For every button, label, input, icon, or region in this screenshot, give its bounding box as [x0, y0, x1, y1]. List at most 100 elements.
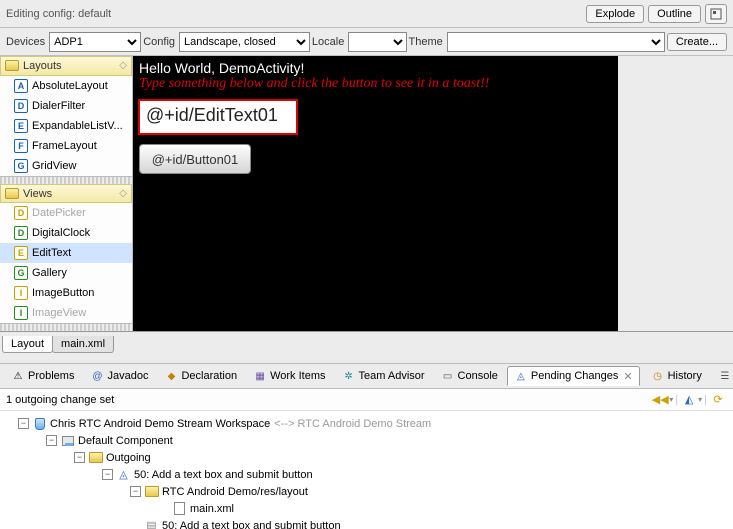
tree-outgoing[interactable]: Outgoing	[106, 452, 151, 464]
palette-item-gridview[interactable]: GGridView	[0, 156, 132, 176]
devices-label: Devices	[6, 36, 45, 48]
workitem-link-icon: ▤	[144, 518, 159, 529]
letter-icon: E	[14, 119, 28, 133]
incoming-icon[interactable]: ◀◀	[651, 392, 669, 408]
declaration-icon: ◆	[164, 369, 178, 383]
palette-item-label: AbsoluteLayout	[32, 80, 108, 92]
pending-icon: ◬	[514, 369, 528, 383]
tab-history[interactable]: ◷ History	[644, 366, 709, 386]
tree-changeset-2[interactable]: 50: Add a text box and submit button	[162, 520, 341, 529]
tree-workspace[interactable]: Chris RTC Android Demo Stream Workspace	[50, 418, 270, 430]
palette-item-expandablelistv...[interactable]: EExpandableListV...	[0, 116, 132, 136]
separator: |	[702, 394, 709, 406]
palette-item-imagebutton[interactable]: I ImageButton	[0, 283, 132, 303]
palette-item-framelayout[interactable]: F FrameLayout	[0, 136, 132, 156]
palette-views-list: D DatePicker D DigitalClock E EditText GGaller…	[0, 203, 132, 323]
pending-changes-tree[interactable]: − Chris RTC Android Demo Stream Workspac…	[0, 411, 733, 529]
letter-icon: A	[14, 79, 28, 93]
twist-icon[interactable]: −	[102, 469, 113, 480]
palette-views-header[interactable]: Views ◇	[0, 184, 132, 204]
console-icon: ▭	[441, 369, 455, 383]
palette-layouts-list: A AbsoluteLayout DDialerFilterEExpandableL…	[0, 76, 132, 176]
file-icon	[172, 501, 187, 516]
close-icon[interactable]: ✕	[623, 370, 632, 383]
folder-icon	[144, 484, 159, 499]
palette-item-edittext[interactable]: E EditText	[0, 243, 132, 263]
twist-icon[interactable]: −	[46, 435, 57, 446]
letter-icon: I	[14, 286, 28, 300]
preview-textview-hint[interactable]: Type something below and click the butto…	[133, 76, 618, 98]
tab-javadoc[interactable]: @ Javadoc	[83, 366, 155, 386]
tab-properties[interactable]: ☰ Proper	[711, 366, 733, 386]
tree-component[interactable]: Default Component	[78, 435, 173, 447]
tab-layout[interactable]: Layout	[2, 336, 53, 353]
component-icon	[60, 433, 75, 448]
letter-icon: D	[14, 226, 28, 240]
scroll-stub[interactable]	[0, 323, 132, 331]
config-label: Config	[143, 36, 175, 48]
refresh-icon[interactable]: ⟳	[709, 392, 727, 408]
view-menu-icon[interactable]	[705, 4, 727, 24]
tree-workspace-target: <--> RTC Android Demo Stream	[274, 418, 431, 430]
preview-textview-hello[interactable]: Hello World, DemoActivity!	[133, 56, 618, 76]
twist-icon[interactable]: −	[74, 452, 85, 463]
scroll-stub[interactable]	[0, 176, 132, 184]
tab-declaration[interactable]: ◆ Declaration	[157, 366, 244, 386]
folder-icon	[5, 188, 19, 199]
tab-console[interactable]: ▭ Console	[434, 366, 505, 386]
tab-pending-changes[interactable]: ◬ Pending Changes ✕	[507, 366, 640, 386]
palette-item-label: ImageButton	[32, 287, 94, 299]
palette-item-gallery[interactable]: GGallery	[0, 263, 132, 283]
separator: |	[673, 394, 680, 406]
palette-item-label: DatePicker	[32, 207, 86, 219]
letter-icon: D	[14, 206, 28, 220]
preview-edittext[interactable]: @+id/EditText01	[139, 100, 297, 134]
tree-changeset-1[interactable]: 50: Add a text box and submit button	[134, 469, 313, 481]
tab-workitems[interactable]: ▦ Work Items	[246, 366, 332, 386]
tree-folder[interactable]: RTC Android Demo/res/layout	[162, 486, 308, 498]
problems-icon: ⚠	[11, 369, 25, 383]
palette-layouts-header[interactable]: Layouts ◇	[0, 56, 132, 76]
palette-item-label: GridView	[32, 160, 76, 172]
properties-icon: ☰	[718, 369, 732, 383]
palette-item-label: DialerFilter	[32, 100, 85, 112]
preview-button[interactable]: @+id/Button01	[139, 144, 251, 174]
tab-problems[interactable]: ⚠ Problems	[4, 366, 81, 386]
outgoing-icon[interactable]: ◭	[680, 392, 698, 408]
folder-icon	[5, 60, 19, 71]
devices-select[interactable]: ADP1	[49, 32, 141, 52]
palette-item-absolutelayout[interactable]: A AbsoluteLayout	[0, 76, 132, 96]
config-select[interactable]: Landscape, closed	[179, 32, 310, 52]
palette-views-label: Views	[23, 188, 52, 200]
palette-item-label: DigitalClock	[32, 227, 90, 239]
tab-mainxml[interactable]: main.xml	[52, 336, 114, 353]
tab-console-label: Console	[458, 370, 498, 382]
create-button[interactable]: Create...	[667, 33, 727, 51]
palette-item-dialerfilter[interactable]: DDialerFilter	[0, 96, 132, 116]
locale-select[interactable]	[348, 32, 406, 52]
explode-button[interactable]: Explode	[586, 5, 644, 23]
palette-item-label: EditText	[32, 247, 71, 259]
javadoc-icon: @	[90, 369, 104, 383]
changeset-icon: ◬	[116, 467, 131, 482]
tab-declaration-label: Declaration	[181, 370, 237, 382]
layout-canvas[interactable]: Hello World, DemoActivity! Type somethin…	[133, 56, 618, 331]
palette-item-label: FrameLayout	[32, 140, 97, 152]
letter-icon: G	[14, 266, 28, 280]
tab-teamadvisor[interactable]: ✲ Team Advisor	[335, 366, 432, 386]
tree-file[interactable]: main.xml	[190, 503, 234, 515]
twist-icon[interactable]: −	[18, 418, 29, 429]
palette-layouts-label: Layouts	[23, 60, 62, 72]
collapse-icon[interactable]: ◇	[119, 188, 127, 199]
palette-item-imageview[interactable]: IImageView	[0, 303, 132, 323]
outline-button[interactable]: Outline	[648, 5, 701, 23]
palette-item-datepicker[interactable]: D DatePicker	[0, 203, 132, 223]
twist-icon[interactable]: −	[130, 486, 141, 497]
palette-item-digitalclock[interactable]: D DigitalClock	[0, 223, 132, 243]
locale-label: Locale	[312, 36, 344, 48]
collapse-icon[interactable]: ◇	[119, 60, 127, 71]
letter-icon: E	[14, 246, 28, 260]
theme-select[interactable]	[447, 32, 665, 52]
tab-javadoc-label: Javadoc	[107, 370, 148, 382]
letter-icon: F	[14, 139, 28, 153]
